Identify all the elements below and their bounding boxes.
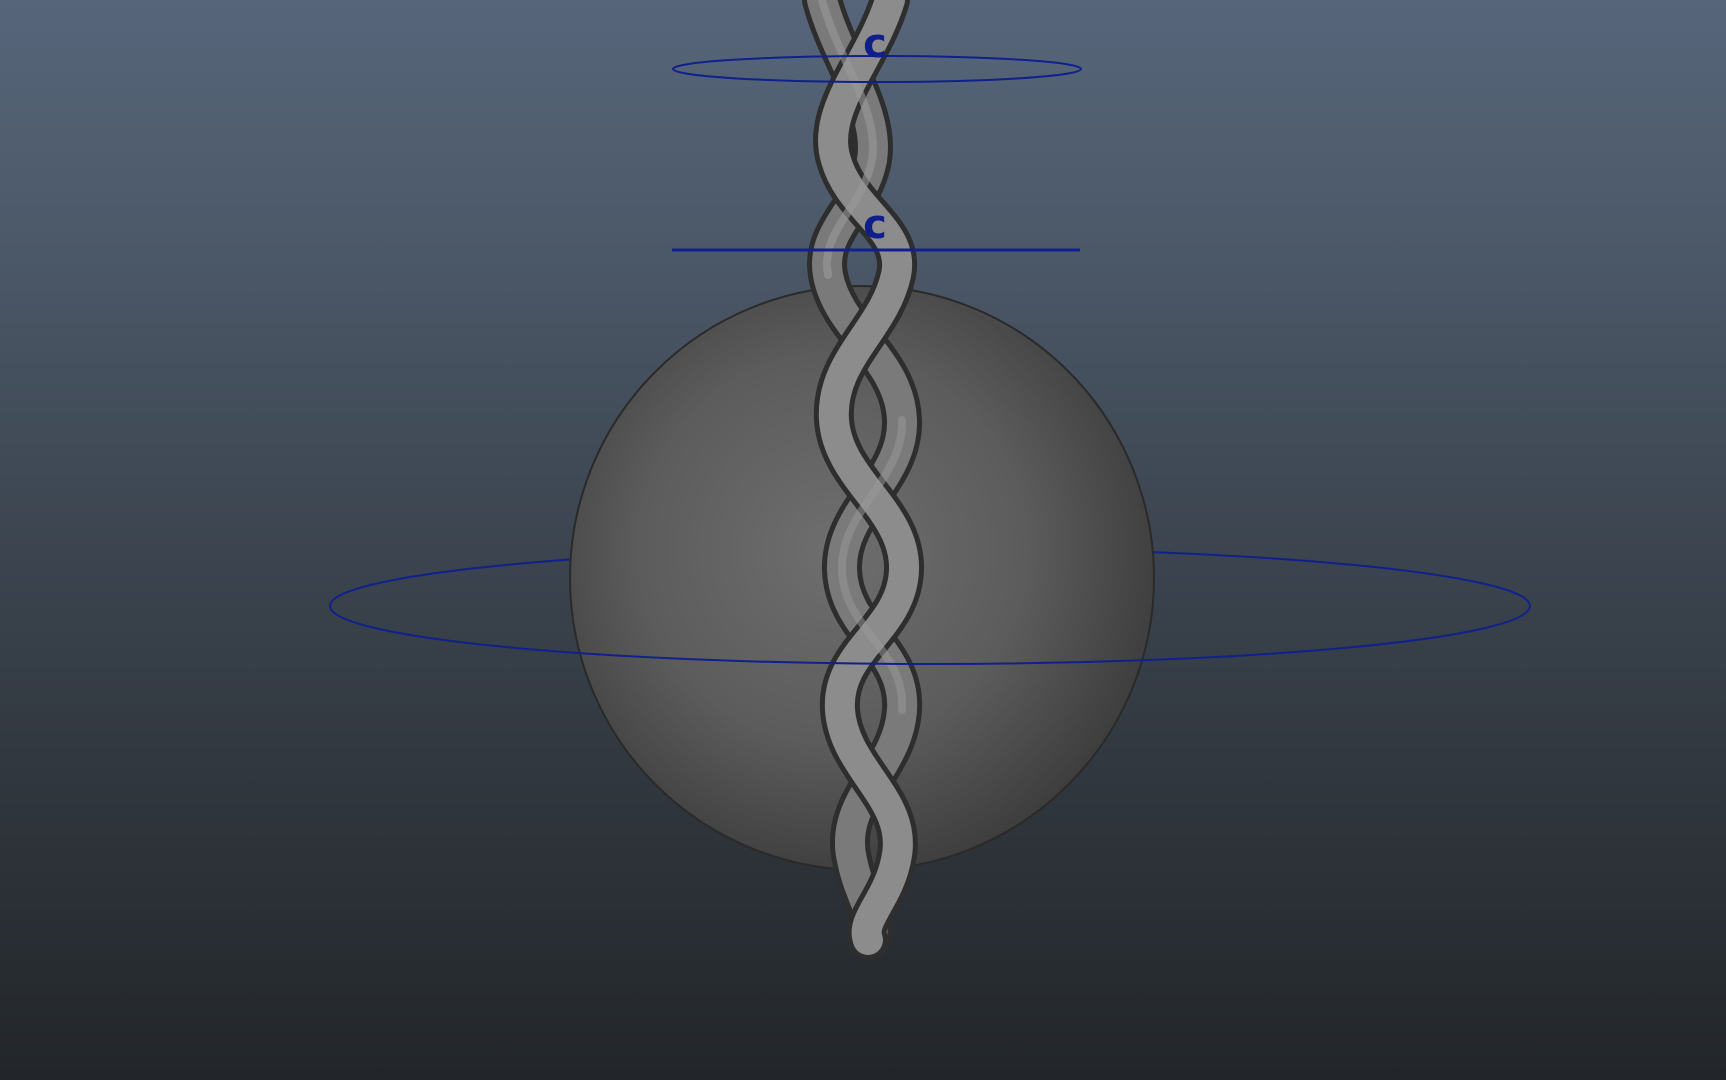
3d-viewport[interactable]: c c [0, 0, 1726, 1080]
upper-handle-label[interactable]: c [863, 21, 887, 67]
scene-canvas[interactable]: c c [0, 0, 1726, 1080]
middle-handle-label[interactable]: c [863, 202, 887, 248]
